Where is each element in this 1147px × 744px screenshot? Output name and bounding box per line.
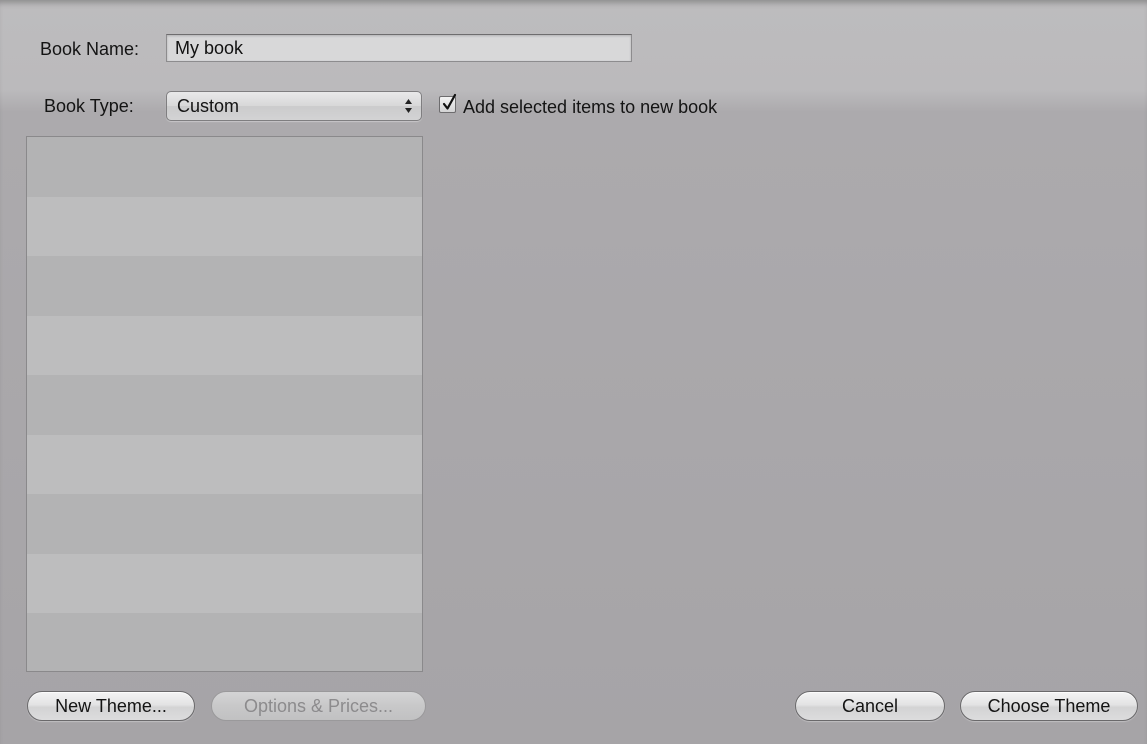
- add-selected-label[interactable]: Add selected items to new book: [463, 96, 717, 118]
- book-name-label: Book Name:: [40, 39, 140, 59]
- book-type-value: Custom: [177, 96, 240, 116]
- book-type-popup[interactable]: Custom: [166, 91, 422, 121]
- checkmark-icon: [442, 93, 457, 110]
- options-prices-button[interactable]: Options & Prices...: [211, 691, 426, 721]
- book-type-label: Book Type:: [44, 96, 134, 116]
- list-item[interactable]: [27, 434, 422, 494]
- list-item[interactable]: [27, 553, 422, 613]
- theme-list[interactable]: [26, 136, 423, 672]
- choose-theme-button[interactable]: Choose Theme: [960, 691, 1138, 721]
- list-item[interactable]: [27, 375, 422, 435]
- list-item[interactable]: [27, 613, 422, 671]
- list-item[interactable]: [27, 494, 422, 554]
- list-item[interactable]: [27, 256, 422, 316]
- add-selected-checkbox[interactable]: [439, 93, 457, 113]
- book-name-field[interactable]: [166, 34, 632, 62]
- list-item[interactable]: [27, 137, 422, 197]
- new-book-sheet: Book Name: Book Type: Custom Add selecte…: [0, 0, 1147, 744]
- cancel-button[interactable]: Cancel: [795, 691, 945, 721]
- list-item[interactable]: [27, 315, 422, 375]
- up-down-arrows-icon: [404, 98, 413, 114]
- new-theme-button[interactable]: New Theme...: [27, 691, 195, 721]
- list-item[interactable]: [27, 196, 422, 256]
